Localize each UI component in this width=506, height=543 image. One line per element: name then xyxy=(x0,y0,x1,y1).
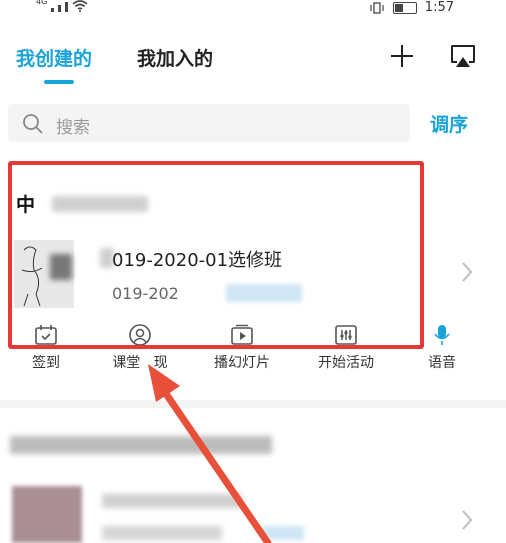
chevron-right-icon[interactable] xyxy=(460,260,474,284)
course-title-blur xyxy=(10,436,272,454)
class-name-blur xyxy=(102,494,242,508)
vibrate-icon xyxy=(370,1,384,14)
action-label: 开始活动 xyxy=(318,355,374,371)
tab-created[interactable]: 我创建的 xyxy=(16,44,92,71)
section-divider xyxy=(0,400,506,408)
signal-wifi-group: 4G xyxy=(36,0,88,12)
network-type: 4G xyxy=(36,0,48,6)
plus-icon[interactable] xyxy=(388,42,416,70)
status-right-group: 1:57 xyxy=(369,0,454,15)
action-label: 签到 xyxy=(32,355,60,371)
microphone-icon xyxy=(434,325,450,345)
search-icon xyxy=(23,114,43,134)
class-subtitle-blur xyxy=(102,526,222,540)
course-thumbnail[interactable] xyxy=(12,486,82,543)
signal-bar xyxy=(51,8,55,12)
action-label: 语音 xyxy=(428,355,456,371)
status-bar: 4G 1:57 xyxy=(0,0,506,18)
class-badge xyxy=(262,526,304,540)
search-input[interactable]: 搜索 xyxy=(8,104,410,142)
signal-bar xyxy=(65,2,69,12)
tab-indicator xyxy=(44,80,74,84)
signal-bar xyxy=(58,5,62,12)
battery-icon xyxy=(392,1,417,14)
tab-joined[interactable]: 我加入的 xyxy=(137,44,213,71)
wifi-icon xyxy=(72,0,88,12)
search-placeholder: 搜索 xyxy=(56,118,90,138)
chevron-right-icon[interactable] xyxy=(460,508,474,532)
sort-button[interactable]: 调序 xyxy=(430,110,468,137)
action-label: 课堂 现 xyxy=(112,355,168,371)
status-time: 1:57 xyxy=(424,0,454,15)
screen-cast-icon[interactable] xyxy=(449,42,477,70)
top-tabs: 我创建的 我加入的 xyxy=(0,40,506,90)
action-label: 播幻灯片 xyxy=(214,355,270,371)
highlight-annotation xyxy=(8,161,424,349)
